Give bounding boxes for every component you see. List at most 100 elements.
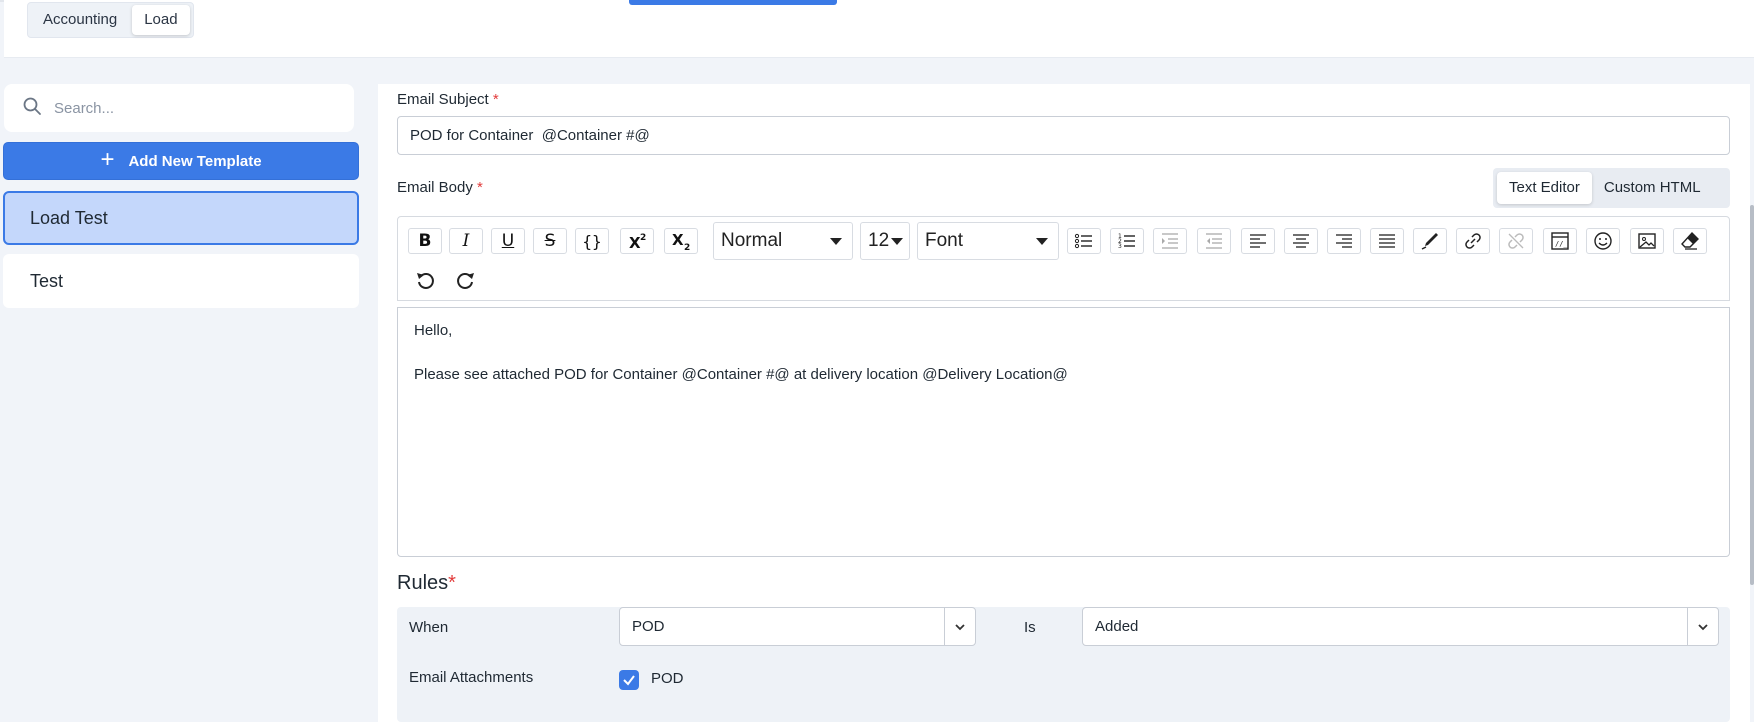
chevron-down-icon: [891, 238, 903, 245]
numbered-list-icon: 123: [1118, 233, 1135, 250]
tab-load[interactable]: Load: [132, 5, 190, 35]
when-select-value: POD: [632, 618, 665, 635]
chevron-down-icon: [1687, 608, 1718, 645]
plus-icon: +: [100, 146, 115, 173]
custom-html-tab[interactable]: Custom HTML: [1592, 172, 1713, 204]
body-line: Hello,: [414, 322, 453, 339]
eraser-icon: [1681, 231, 1699, 250]
undo-button[interactable]: [408, 267, 442, 293]
email-body-label-text: Email Body: [397, 179, 473, 196]
clear-format-button[interactable]: [1673, 228, 1707, 254]
align-left-icon: [1250, 234, 1266, 248]
add-new-template-button[interactable]: + Add New Template: [3, 142, 359, 180]
chevron-down-icon: [830, 238, 842, 245]
code-view-icon: //_: [1551, 232, 1569, 250]
svg-text://_: //_: [1555, 240, 1568, 248]
pen-icon: [1421, 233, 1438, 250]
unlink-button[interactable]: [1499, 228, 1533, 254]
emoji-button[interactable]: [1586, 228, 1620, 254]
template-item-label: Test: [30, 270, 64, 291]
bold-icon: B: [418, 231, 432, 251]
body-line: Please see attached POD for Container @C…: [414, 366, 1068, 383]
insert-image-button[interactable]: [1630, 228, 1664, 254]
redo-icon: [457, 273, 474, 289]
superscript-button[interactable]: X2: [620, 228, 654, 254]
category-tabs: Accounting Load: [27, 2, 194, 38]
code-button[interactable]: {}: [575, 228, 609, 254]
italic-button[interactable]: I: [449, 228, 483, 254]
block-format-select[interactable]: Normal: [713, 222, 853, 260]
when-select[interactable]: POD: [619, 607, 976, 646]
justify-button[interactable]: [1370, 228, 1404, 254]
numbered-list-button[interactable]: 123: [1110, 228, 1144, 254]
active-page-indicator: [629, 0, 837, 5]
italic-icon: I: [462, 231, 470, 251]
add-new-template-label: Add New Template: [128, 152, 262, 170]
subscript-button[interactable]: X2: [664, 228, 698, 254]
email-subject-label-text: Email Subject: [397, 91, 489, 108]
insert-link-button[interactable]: [1456, 228, 1490, 254]
superscript-icon: X2: [629, 233, 646, 251]
image-icon: [1638, 233, 1656, 249]
svg-text:2: 2: [640, 233, 646, 243]
bold-button[interactable]: B: [408, 228, 442, 254]
link-icon: [1465, 233, 1481, 249]
font-size-select[interactable]: 12: [860, 222, 910, 260]
template-item-test[interactable]: Test: [3, 254, 359, 308]
chevron-down-icon: [944, 608, 975, 645]
attachment-pod-checkbox[interactable]: [619, 670, 639, 690]
smiley-icon: [1594, 232, 1612, 250]
code-view-button[interactable]: //_: [1543, 228, 1577, 254]
svg-text:3: 3: [1118, 243, 1122, 250]
template-editor-panel: Email Subject * POD for Container @Conta…: [378, 84, 1750, 722]
text-color-button[interactable]: [1413, 228, 1447, 254]
redo-button[interactable]: [449, 267, 483, 293]
rules-heading-text: Rules: [397, 572, 449, 594]
text-editor-tab[interactable]: Text Editor: [1497, 172, 1592, 204]
outdent-icon: [1206, 233, 1222, 249]
header-bar: Accounting Load: [4, 0, 1754, 58]
search-input[interactable]: [54, 99, 334, 117]
bullet-list-button[interactable]: [1067, 228, 1101, 254]
outdent-button[interactable]: [1197, 228, 1231, 254]
checkmark-icon: [623, 675, 635, 686]
strikethrough-button[interactable]: S: [533, 228, 567, 254]
block-format-value: Normal: [721, 230, 783, 251]
email-attachments-label: Email Attachments: [409, 669, 534, 686]
template-item-load-test[interactable]: Load Test: [3, 191, 359, 245]
is-label: Is: [1024, 619, 1036, 636]
chevron-down-icon: [1036, 238, 1048, 245]
rules-panel: When POD Is Added Email Attachments POD: [397, 607, 1730, 722]
indent-button[interactable]: [1153, 228, 1187, 254]
align-left-button[interactable]: [1241, 228, 1275, 254]
when-label: When: [409, 619, 449, 636]
search-icon: [22, 96, 42, 121]
tab-accounting[interactable]: Accounting: [28, 5, 132, 35]
attachment-pod-label: POD: [651, 670, 684, 687]
font-family-select[interactable]: Font: [917, 222, 1059, 260]
search-box: [4, 84, 354, 132]
rich-text-toolbar: B I U S {} X2 X2 Normal 12 Font 1 2 3 //…: [397, 216, 1730, 301]
required-mark: *: [492, 91, 499, 108]
underline-button[interactable]: U: [491, 228, 525, 254]
email-subject-input[interactable]: POD for Container @Container #@: [397, 116, 1730, 155]
rules-heading: Rules*: [397, 572, 456, 595]
svg-text:2: 2: [684, 243, 690, 251]
bullet-list-icon: [1074, 233, 1092, 249]
align-right-button[interactable]: [1327, 228, 1361, 254]
strikethrough-icon: S: [544, 231, 556, 251]
unlink-icon: [1508, 233, 1524, 249]
align-center-icon: [1293, 234, 1309, 248]
font-size-value: 12: [868, 230, 890, 251]
email-body-editor[interactable]: Hello, Please see attached POD for Conta…: [397, 307, 1730, 557]
scrollbar-thumb[interactable]: [1750, 205, 1754, 585]
is-select-value: Added: [1095, 618, 1139, 635]
indent-icon: [1162, 233, 1178, 249]
required-mark: *: [477, 179, 483, 196]
svg-text:X: X: [672, 231, 684, 249]
email-body-label: Email Body *: [397, 179, 483, 196]
align-center-button[interactable]: [1284, 228, 1318, 254]
subscript-icon: X2: [672, 231, 690, 251]
is-select[interactable]: Added: [1082, 607, 1719, 646]
email-subject-label: Email Subject *: [397, 91, 499, 108]
